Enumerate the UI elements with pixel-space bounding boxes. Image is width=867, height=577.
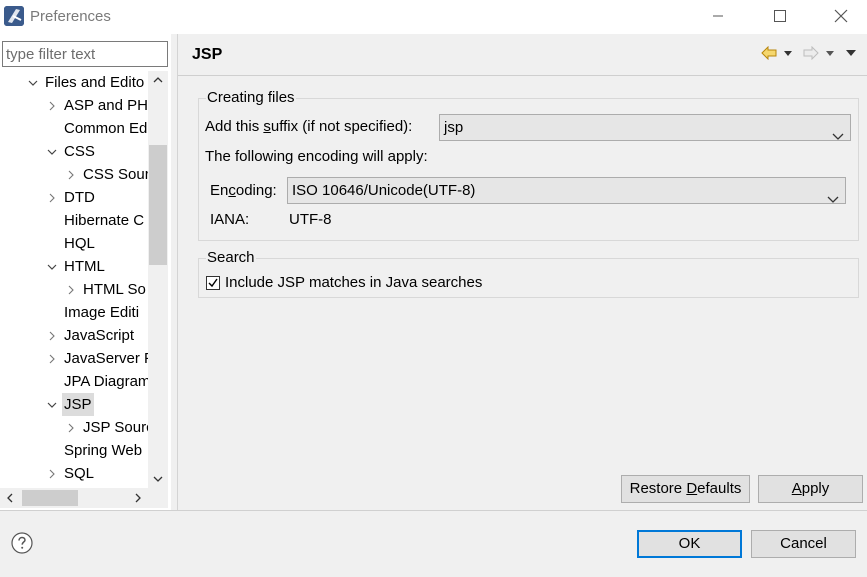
iana-value: UTF-8 [289, 211, 332, 228]
back-arrow-icon[interactable] [761, 45, 777, 61]
scroll-right-arrow-icon[interactable] [128, 488, 148, 508]
tree-item-label: CSS [64, 143, 95, 160]
chevron-right-icon[interactable] [46, 186, 58, 209]
tree-item-label: JSP [62, 393, 94, 416]
chevron-right-icon[interactable] [46, 324, 58, 347]
tree-item-label: Spring Web [64, 442, 143, 459]
ok-button[interactable]: OK [637, 530, 742, 558]
cancel-button[interactable]: Cancel [751, 530, 856, 558]
scroll-down-arrow-icon[interactable] [148, 470, 168, 488]
back-menu-dropdown-icon[interactable] [784, 45, 792, 61]
tree-item-label: JSP Sourc [83, 419, 148, 436]
page-title: JSP [192, 46, 223, 63]
tree-item-label: HTML So [83, 281, 146, 298]
encoding-note: The following encoding will apply: [205, 148, 428, 165]
eclipse-app-icon [4, 6, 24, 26]
maximize-icon [774, 10, 786, 22]
chevron-right-icon[interactable] [46, 462, 58, 485]
apply-button[interactable]: Apply [758, 475, 863, 503]
horizontal-scroll-thumb[interactable] [22, 490, 78, 506]
chevron-right-icon[interactable] [65, 163, 77, 186]
minimize-button[interactable] [695, 0, 741, 32]
chevron-right-icon[interactable] [46, 94, 58, 117]
suffix-select[interactable]: jsp [439, 114, 851, 141]
chevron-down-icon[interactable] [46, 140, 58, 163]
restore-defaults-button[interactable]: Restore Defaults [621, 475, 750, 503]
scroll-up-arrow-icon[interactable] [148, 71, 168, 89]
tree-item-label: HQL [64, 235, 95, 252]
include-jsp-matches-label[interactable]: Include JSP matches in Java searches [225, 274, 482, 291]
tree-item-label: Hibernate C [64, 212, 145, 229]
chevron-right-icon[interactable] [65, 278, 77, 301]
creating-files-title: Creating files [206, 89, 296, 106]
tree-item-label: Files and Edito [45, 74, 145, 91]
tree-item-label: Image Editi [64, 304, 140, 321]
tree-item-label: JavaServer F [64, 350, 148, 367]
tree-item-label: HTML [64, 258, 105, 275]
close-icon [834, 9, 848, 23]
chevron-down-icon[interactable] [27, 71, 39, 94]
forward-arrow-icon[interactable] [803, 45, 819, 61]
chevron-right-icon[interactable] [65, 416, 77, 439]
chevron-down-icon [827, 186, 839, 211]
tree-item-label: SQL [64, 465, 95, 482]
tree-item-label: ASP and PH [64, 97, 148, 114]
chevron-down-icon[interactable] [46, 255, 58, 278]
tree-item-label: DTD [64, 189, 95, 206]
page-header: JSP [178, 34, 867, 76]
encoding-select-value: ISO 10646/Unicode(UTF-8) [292, 182, 476, 199]
chevron-down-icon[interactable] [46, 393, 58, 416]
maximize-button[interactable] [757, 0, 803, 32]
view-menu-icon[interactable] [846, 45, 856, 61]
checkmark-icon [208, 278, 218, 288]
suffix-label: Add this suffix (if not specified): [205, 118, 413, 135]
preference-tree: Files and Edito ASP and PH Common Ed CSS… [0, 71, 148, 488]
title-bar: Preferences [0, 0, 867, 34]
chevron-right-icon[interactable] [46, 347, 58, 370]
button-bar-divider [0, 510, 867, 511]
close-window-button[interactable] [818, 0, 864, 32]
tree-horizontal-scrollbar[interactable] [0, 488, 168, 508]
minimize-icon [713, 15, 723, 17]
panel-divider[interactable] [177, 34, 178, 510]
include-jsp-matches-checkbox[interactable] [206, 276, 220, 290]
chevron-down-icon [832, 123, 844, 148]
help-icon[interactable] [11, 532, 33, 554]
tree-item-label: JPA Diagram [64, 373, 148, 390]
scroll-left-arrow-icon[interactable] [0, 488, 20, 508]
filter-text-input[interactable] [2, 41, 168, 67]
encoding-label: Encoding: [210, 182, 277, 199]
forward-menu-dropdown-icon[interactable] [826, 45, 834, 61]
encoding-select[interactable]: ISO 10646/Unicode(UTF-8) [287, 177, 846, 204]
tree-item-label: CSS Sour [83, 166, 148, 183]
window-title: Preferences [30, 8, 111, 25]
tree-item-label: Common Ed [64, 120, 148, 137]
search-group-title: Search [206, 249, 256, 266]
vertical-scroll-thumb[interactable] [149, 145, 167, 265]
suffix-select-value: jsp [444, 119, 464, 136]
iana-label: IANA: [210, 211, 250, 228]
preference-tree-panel: Files and Edito ASP and PH Common Ed CSS… [0, 34, 171, 510]
tree-vertical-scrollbar[interactable] [148, 71, 168, 488]
tree-item-label: JavaScript [64, 327, 135, 344]
